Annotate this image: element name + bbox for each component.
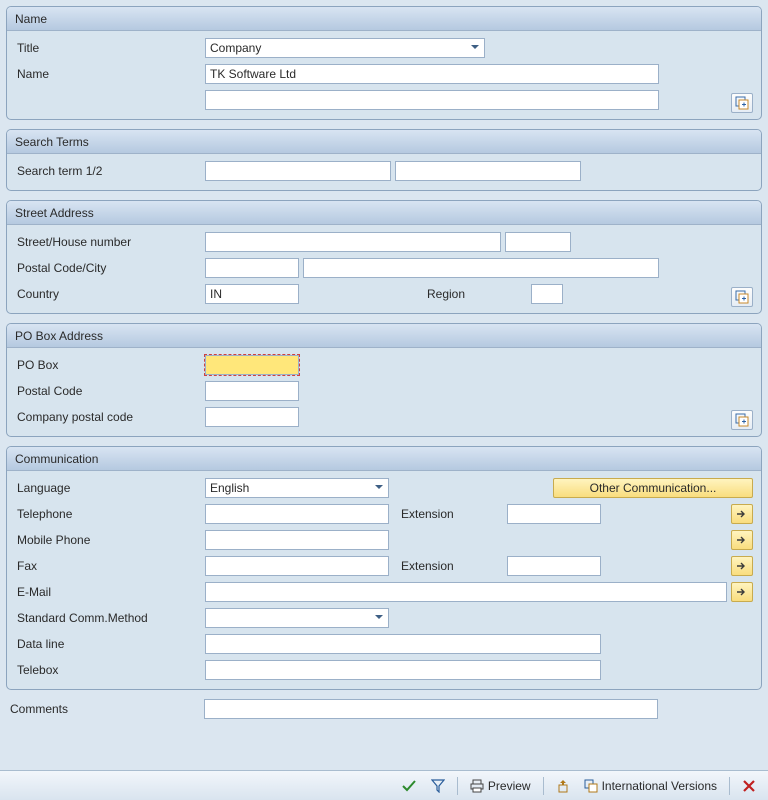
panel-pobox: PO Box Address PO Box Postal Code Compan… [6, 323, 762, 437]
input-telebox[interactable] [205, 660, 601, 680]
telephone-more-icon[interactable] [731, 504, 753, 524]
close-icon [742, 779, 756, 793]
copy-version-button[interactable] [554, 775, 572, 797]
label-mobile: Mobile Phone [15, 533, 205, 547]
panel-search-title: Search Terms [15, 135, 89, 149]
select-std-comm[interactable] [205, 608, 389, 628]
input-company-postal[interactable] [205, 407, 299, 427]
label-telephone: Telephone [15, 507, 205, 521]
label-country: Country [15, 287, 205, 301]
panel-pobox-title: PO Box Address [15, 329, 103, 343]
intl-label: International Versions [602, 779, 717, 793]
other-communication-button[interactable]: Other Communication... [553, 478, 753, 498]
overlap-icon [584, 779, 598, 793]
input-search-term1[interactable] [205, 161, 391, 181]
input-search-term2[interactable] [395, 161, 581, 181]
input-fax[interactable] [205, 556, 389, 576]
label-comments: Comments [8, 702, 204, 716]
preview-label: Preview [488, 779, 531, 793]
label-street: Street/House number [15, 235, 205, 249]
label-search-term: Search term 1/2 [15, 164, 205, 178]
funnel-icon [431, 779, 445, 793]
panel-comm-title: Communication [15, 452, 98, 466]
email-more-icon[interactable] [731, 582, 753, 602]
panel-comm: Communication Language English Other Com… [6, 446, 762, 690]
expand-name-icon[interactable] [731, 93, 753, 113]
input-email[interactable] [205, 582, 727, 602]
mobile-more-icon[interactable] [731, 530, 753, 550]
copy-up-icon [556, 779, 570, 793]
panel-pobox-header: PO Box Address [7, 324, 761, 348]
panel-street-title: Street Address [15, 206, 94, 220]
select-title[interactable]: Company [205, 38, 485, 58]
label-telebox: Telebox [15, 663, 205, 677]
label-fax: Fax [15, 559, 205, 573]
label-email: E-Mail [15, 585, 205, 599]
label-title: Title [15, 41, 205, 55]
panel-name-title: Name [15, 12, 47, 26]
input-pobox-postal[interactable] [205, 381, 299, 401]
panel-name: Name Title Company Name [6, 6, 762, 120]
input-mobile[interactable] [205, 530, 389, 550]
separator [543, 777, 544, 795]
label-dataline: Data line [15, 637, 205, 651]
input-city[interactable] [303, 258, 659, 278]
panel-search: Search Terms Search term 1/2 [6, 129, 762, 191]
panel-comm-header: Communication [7, 447, 761, 471]
input-dataline[interactable] [205, 634, 601, 654]
expand-street-icon[interactable] [731, 287, 753, 307]
panel-search-header: Search Terms [7, 130, 761, 154]
input-postal[interactable] [205, 258, 299, 278]
accept-button[interactable] [399, 775, 419, 797]
cancel-button[interactable] [740, 775, 758, 797]
input-pobox[interactable] [205, 355, 299, 375]
expand-pobox-icon[interactable] [731, 410, 753, 430]
print-icon [470, 779, 484, 793]
input-houseno[interactable] [505, 232, 571, 252]
intl-versions-button[interactable]: International Versions [582, 775, 719, 797]
input-fax-ext[interactable] [507, 556, 601, 576]
input-street[interactable] [205, 232, 501, 252]
panel-name-header: Name [7, 7, 761, 31]
panel-street-header: Street Address [7, 201, 761, 225]
panel-street: Street Address Street/House number Posta… [6, 200, 762, 314]
preview-button[interactable]: Preview [468, 775, 533, 797]
input-name[interactable] [205, 64, 659, 84]
select-language[interactable]: English [205, 478, 389, 498]
label-company-postal: Company postal code [15, 410, 205, 424]
input-region[interactable] [531, 284, 563, 304]
label-fax-ext: Extension [393, 559, 503, 573]
label-pobox-postal: Postal Code [15, 384, 205, 398]
separator [457, 777, 458, 795]
input-country[interactable] [205, 284, 299, 304]
label-name: Name [15, 67, 205, 81]
input-telephone[interactable] [205, 504, 389, 524]
label-tel-ext: Extension [393, 507, 503, 521]
check-icon [401, 779, 417, 793]
filter-button[interactable] [429, 775, 447, 797]
label-pobox: PO Box [15, 358, 205, 372]
fax-more-icon[interactable] [731, 556, 753, 576]
input-name2[interactable] [205, 90, 659, 110]
input-tel-ext[interactable] [507, 504, 601, 524]
label-region: Region [427, 287, 527, 301]
label-postal-city: Postal Code/City [15, 261, 205, 275]
label-language: Language [15, 481, 205, 495]
footer-toolbar: Preview International Versions [0, 770, 768, 800]
input-comments[interactable] [204, 699, 658, 719]
separator [729, 777, 730, 795]
label-std-comm: Standard Comm.Method [15, 611, 205, 625]
